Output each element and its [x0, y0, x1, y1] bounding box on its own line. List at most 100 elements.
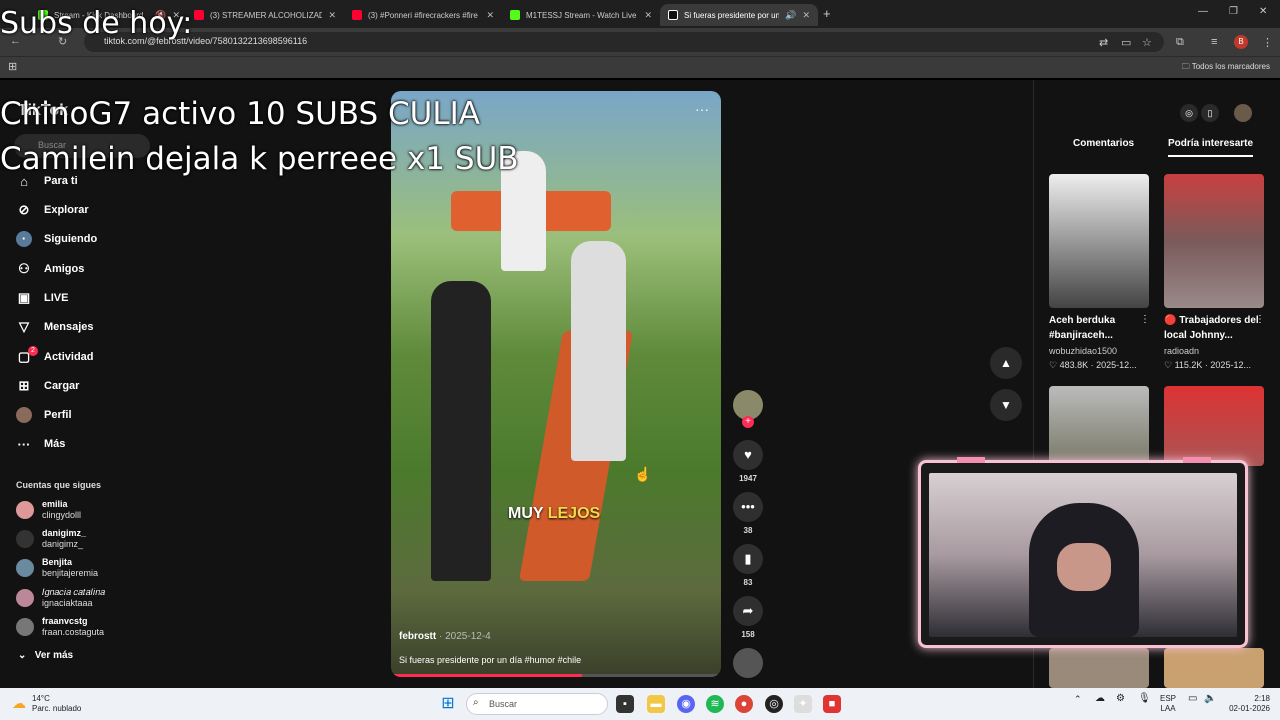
tab-youtube-2[interactable]: (3) #Ponneri #firecrackers #fire ✕ [344, 4, 502, 26]
weather-temp: 14°C [32, 694, 50, 703]
followed-account[interactable]: fraanvcstg fraan.costaguta [16, 614, 104, 640]
nav-friends[interactable]: ⚇ Amigos [16, 259, 84, 279]
address-bar[interactable]: tiktok.com/@febrostt/video/7580132213698… [84, 32, 1164, 52]
suggested-title[interactable]: Aceh berduka #banjiraceh... [1049, 313, 1149, 343]
suggested-video-thumbnail[interactable] [1049, 386, 1149, 466]
obs-icon[interactable]: ◎ [765, 695, 783, 713]
taskbar-search-label: Buscar [489, 699, 518, 709]
followed-account[interactable]: danigimz_ danigimz_ [16, 526, 86, 552]
account-handle: benjitajeremia [42, 568, 99, 578]
chrome-icon[interactable]: ● [735, 695, 753, 713]
all-bookmarks[interactable]: 🗀 Todos los marcadores [1182, 61, 1270, 75]
mouse-cursor-icon: ☝ [634, 466, 652, 482]
tab-youtube-1[interactable]: (3) STREAMER ALCOHOLIZADO ✕ [186, 4, 344, 26]
menu-icon[interactable]: ⋮ [1262, 36, 1273, 49]
chevron-up-icon[interactable]: ⌃ [1074, 694, 1082, 704]
followed-account[interactable]: emilia clingydolll [16, 497, 81, 523]
restore-icon[interactable]: ❐ [1229, 6, 1238, 17]
extensions-icon[interactable]: ⧉ [1176, 36, 1184, 49]
more-options-icon[interactable]: ⋮ [1255, 314, 1265, 325]
profile-avatar[interactable]: B [1234, 35, 1248, 49]
like-button[interactable]: ♥ 1947 [733, 440, 763, 483]
reading-list-icon[interactable]: ≡ [1211, 36, 1217, 48]
follow-plus-icon[interactable]: + [742, 416, 754, 428]
followed-account[interactable]: Benjita benjitajeremia [16, 555, 98, 581]
cast-icon[interactable]: ▭ [1121, 36, 1131, 49]
tab-you-may-like[interactable]: Podría interesarte [1168, 138, 1254, 157]
close-icon[interactable]: ✕ [644, 10, 652, 21]
close-icon[interactable]: ✕ [328, 10, 336, 21]
suggested-title[interactable]: 🔴 Trabajadores del local Johnny... [1164, 313, 1264, 343]
video-progress-bar[interactable] [391, 674, 721, 677]
coin-icon[interactable]: ◎ [1180, 104, 1198, 122]
nav-live[interactable]: ▣ LIVE [16, 288, 69, 308]
share-button[interactable]: ➦ 158 [733, 596, 763, 639]
app-icon[interactable]: ■ [823, 695, 841, 713]
followed-account[interactable]: 𝐼𝑔𝑛𝑎𝑐𝑖𝑎 𝑐𝑎𝑡𝑎𝑙𝑖𝑛𝑎 ignaciaktaaa [16, 585, 105, 611]
tab-kick-stream[interactable]: M1TESSJ Stream - Watch Live o ✕ [502, 4, 660, 26]
progress-fill [391, 674, 583, 677]
star-icon[interactable]: ☆ [1142, 36, 1152, 49]
next-video-button[interactable]: ▼ [990, 389, 1022, 421]
speaker-icon[interactable]: 🔊 [785, 10, 796, 21]
nav-following[interactable]: · Siguiendo [16, 229, 97, 249]
file-explorer-icon[interactable]: ▬ [647, 695, 665, 713]
close-icon[interactable]: ✕ [486, 10, 494, 21]
close-window-icon[interactable]: ✕ [1259, 6, 1267, 17]
nav-label: Siguiendo [44, 233, 98, 245]
suggested-video-thumbnail[interactable] [1164, 386, 1264, 466]
nav-profile[interactable]: Perfil [16, 405, 72, 425]
more-options-icon[interactable]: ··· [695, 101, 709, 117]
weather-widget[interactable]: 14°C Parc. nublado [32, 694, 81, 714]
suggested-user[interactable]: wobuzhidao1500 [1049, 346, 1117, 356]
nav-more[interactable]: ··· Más [16, 434, 66, 454]
language-indicator[interactable]: ESP LAA [1160, 694, 1176, 714]
webcam-feed [929, 473, 1237, 637]
video-author[interactable]: febrostt · 2025-12-4 [399, 631, 491, 642]
app-icon[interactable]: ✦ [794, 695, 812, 713]
comment-button[interactable]: ••• 38 [733, 492, 763, 535]
suggested-video-thumbnail[interactable] [1164, 648, 1264, 688]
task-view-icon[interactable]: ▪ [616, 695, 634, 713]
windows-start-icon[interactable]: ⊞ [439, 695, 457, 713]
account-handle: fraan.costaguta [42, 627, 105, 637]
avatar [16, 501, 34, 519]
user-avatar[interactable] [1234, 104, 1252, 122]
taskbar-search[interactable]: Buscar [466, 693, 608, 715]
suggested-video-thumbnail[interactable] [1164, 174, 1264, 308]
clock[interactable]: 2:18 02-01-2026 [1224, 694, 1270, 714]
tray-icon[interactable]: ⚙ [1116, 694, 1125, 704]
device-icon[interactable]: ▯ [1201, 104, 1219, 122]
suggested-user[interactable]: radioadn [1164, 346, 1199, 356]
share-count: 158 [741, 630, 755, 639]
tab-tiktok-active[interactable]: Si fueras presidente por un 🔊 ✕ [660, 4, 818, 26]
see-more-button[interactable]: ⌄ Ver más [18, 650, 73, 661]
minimize-icon[interactable]: — [1198, 6, 1208, 17]
nav-explore[interactable]: ⊘ Explorar [16, 200, 89, 220]
nav-messages[interactable]: ▽ Mensajes [16, 317, 94, 337]
nav-upload[interactable]: ⊞ Cargar [16, 376, 80, 396]
previous-video-button[interactable]: ▲ [990, 347, 1022, 379]
spotify-icon[interactable]: ≋ [706, 695, 724, 713]
close-icon[interactable]: ✕ [802, 10, 810, 21]
discord-icon[interactable]: ◉ [677, 695, 695, 713]
volume-icon[interactable]: 🔈 [1204, 694, 1216, 704]
save-button[interactable]: ▮ 83 [733, 544, 763, 587]
new-tab-button[interactable]: + [823, 6, 831, 21]
suggested-video-thumbnail[interactable] [1049, 174, 1149, 308]
suggested-video-thumbnail[interactable] [1049, 648, 1149, 688]
more-options-icon[interactable]: ⋮ [1140, 314, 1150, 325]
tab-comments[interactable]: Comentarios [1073, 138, 1134, 149]
network-icon[interactable]: ▭ [1188, 694, 1197, 704]
apps-icon[interactable]: ⊞ [8, 60, 17, 73]
microphone-icon[interactable]: 🎙 [1138, 694, 1151, 704]
nav-label: Actividad [44, 351, 94, 363]
author-name: febrostt [399, 631, 437, 642]
avatar [16, 559, 34, 577]
sound-disc[interactable] [733, 648, 763, 678]
video-player[interactable]: ··· MUY LEJOS febrostt · 2025-12-4 Si fu… [391, 91, 721, 677]
messages-icon: ▽ [19, 319, 29, 334]
profile-icon [16, 407, 32, 423]
translate-icon[interactable]: ⇄ [1099, 36, 1108, 49]
tray-icon[interactable]: ☁ [1095, 694, 1105, 704]
